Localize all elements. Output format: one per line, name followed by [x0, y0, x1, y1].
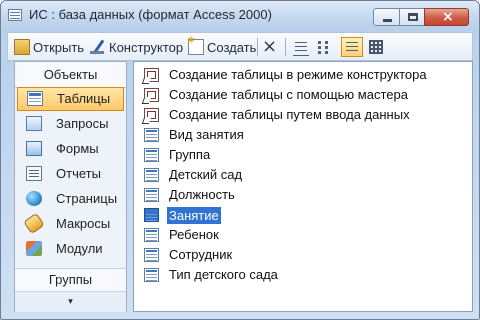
list-item-label: Создание таблицы в режиме конструктора: [169, 67, 427, 82]
details-icon[interactable]: [341, 37, 363, 57]
sidebar-item-label: Модули: [56, 241, 103, 256]
list-item-label: Группа: [169, 147, 211, 162]
list-item[interactable]: Вид занятия: [141, 125, 461, 145]
list-item[interactable]: Создание таблицы путем ввода данных: [141, 105, 461, 125]
table-icon: [27, 91, 43, 106]
table-icon: [144, 228, 159, 242]
design-icon: [90, 39, 106, 55]
toolbar-separator: [285, 38, 286, 56]
list-item-label: Создание таблицы с помощью мастера: [169, 87, 408, 102]
table-icon: [144, 208, 159, 222]
page-icon: [26, 191, 42, 206]
query-icon: [26, 116, 42, 131]
sidebar-item-label: Формы: [56, 141, 99, 156]
list-item[interactable]: Занятие: [141, 205, 461, 225]
database-toolbar: Открыть Конструктор Создать ×: [7, 32, 473, 61]
minimize-button[interactable]: [373, 8, 400, 26]
object-list: Создание таблицы в режиме конструктора С…: [133, 61, 473, 312]
list-item-label: Ребенок: [169, 227, 219, 242]
database-window: ИС : база данных (формат Access 2000) × …: [0, 0, 480, 320]
maximize-icon: [408, 13, 418, 21]
table-view-icon[interactable]: [368, 39, 384, 55]
close-button[interactable]: ×: [424, 8, 469, 26]
list-item-label: Детский сад: [169, 167, 243, 182]
minimize-icon: [383, 19, 392, 22]
report-icon: [26, 166, 42, 181]
open-icon: [14, 39, 30, 55]
list-item[interactable]: Ребенок: [141, 225, 461, 245]
sidebar-item-queries[interactable]: Запросы: [15, 112, 126, 136]
sidebar-item-modules[interactable]: Модули: [15, 237, 126, 261]
objects-header[interactable]: Объекты: [15, 62, 126, 88]
close-icon: ×: [442, 9, 454, 25]
title-bar[interactable]: ИС : база данных (формат Access 2000) ×: [1, 1, 479, 31]
sidebar-item-tables[interactable]: Таблицы: [17, 87, 124, 111]
design-button[interactable]: Конструктор: [90, 36, 183, 58]
sidebar-item-forms[interactable]: Формы: [15, 137, 126, 161]
shortcut-icon: [144, 68, 159, 82]
groups-header[interactable]: Группы: [15, 268, 126, 291]
list-item[interactable]: Сотрудник: [141, 245, 461, 265]
sidebar-item-label: Страницы: [56, 191, 118, 206]
list-item-label: Вид занятия: [169, 127, 244, 142]
list-item-label: Сотрудник: [169, 247, 233, 262]
table-icon: [144, 268, 159, 282]
list-item-label: Занятие: [167, 207, 221, 224]
maximize-button[interactable]: [399, 8, 425, 26]
table-icon: [144, 248, 159, 262]
sidebar-item-label: Запросы: [56, 116, 109, 131]
design-button-label: Конструктор: [109, 39, 184, 55]
table-icon: [144, 188, 159, 202]
table-icon: [144, 148, 159, 162]
sidebar-item-label: Макросы: [56, 216, 111, 231]
sidebar-item-reports[interactable]: Отчеты: [15, 162, 126, 186]
small-icons-icon[interactable]: [293, 39, 309, 56]
sidebar-item-pages[interactable]: Страницы: [15, 187, 126, 211]
chevron-down-icon[interactable]: ▾: [15, 291, 126, 312]
open-button-label: Открыть: [33, 39, 85, 55]
table-icon: [144, 128, 159, 142]
new-icon: [186, 33, 204, 55]
sidebar-item-label: Таблицы: [57, 91, 111, 106]
new-button[interactable]: Создать: [186, 33, 257, 58]
list-item[interactable]: Тип детского сада: [141, 265, 461, 285]
list-item[interactable]: Должность: [141, 185, 461, 205]
database-icon: [8, 9, 22, 21]
shortcut-icon: [144, 88, 159, 102]
shortcut-icon: [144, 108, 159, 122]
list-item[interactable]: Детский сад: [141, 165, 461, 185]
macro-icon: [23, 212, 45, 235]
window-title: ИС : база данных (формат Access 2000): [29, 7, 272, 22]
table-icon: [144, 168, 159, 182]
delete-button[interactable]: ×: [262, 36, 281, 58]
list-item[interactable]: Создание таблицы в режиме конструктора: [141, 65, 461, 85]
list-item-label: Тип детского сада: [169, 267, 278, 282]
list-item[interactable]: Создание таблицы с помощью мастера: [141, 85, 461, 105]
open-button[interactable]: Открыть: [14, 36, 84, 58]
delete-icon: ×: [262, 36, 278, 57]
sidebar-item-macros[interactable]: Макросы: [15, 212, 126, 236]
list-item[interactable]: Группа: [141, 145, 461, 165]
module-icon: [26, 241, 42, 256]
sidebar-item-label: Отчеты: [56, 166, 101, 181]
form-icon: [26, 141, 42, 156]
list-item-label: Создание таблицы путем ввода данных: [169, 107, 410, 122]
list-item-label: Должность: [169, 187, 235, 202]
toolbar-separator: [257, 38, 258, 56]
list-icon[interactable]: [316, 39, 332, 55]
objects-panel: Объекты Таблицы Запросы Формы Отчеты Стр…: [14, 61, 127, 312]
new-button-label: Создать: [207, 39, 257, 55]
